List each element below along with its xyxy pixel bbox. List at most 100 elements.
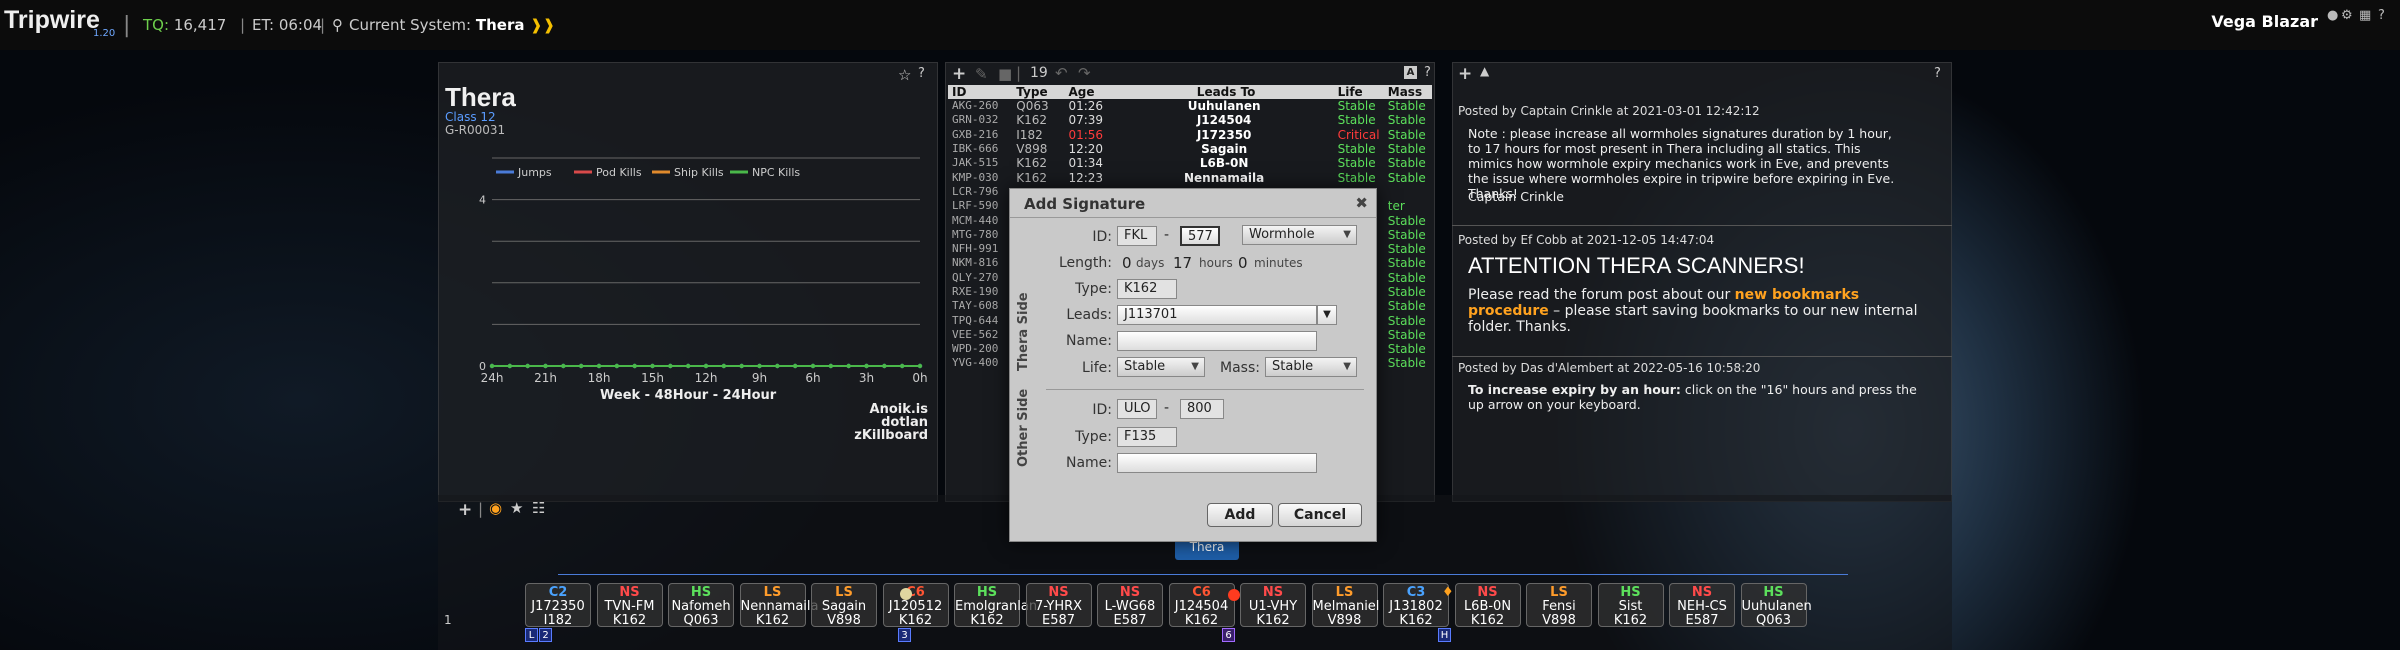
divider (1010, 217, 1376, 218)
add-button[interactable]: Add (1207, 503, 1273, 527)
cell-life: Stable (1337, 99, 1376, 114)
close-icon[interactable]: ✖ (1355, 194, 1368, 212)
node-name: L-WG68 (1104, 599, 1156, 614)
table-row[interactable]: JAK-515 K162 01:34 L6B-0N Stable Stable (948, 156, 1432, 170)
table-row[interactable]: AKG-260 Q063 01:26 Uuhulanen Stable Stable (948, 99, 1432, 113)
map-node[interactable]: LS Fensi V898 (1526, 583, 1592, 628)
node-name: L6B-0N (1463, 599, 1512, 614)
col-type[interactable]: Type (1012, 85, 1065, 99)
data-point (739, 363, 744, 369)
days-value[interactable]: 0 (1122, 254, 1132, 272)
search-icon[interactable]: ⚲ (332, 16, 343, 34)
map-node[interactable]: LS Nennamaila K162 (739, 583, 819, 628)
fast-forward-icon[interactable]: ❱❱ (530, 16, 555, 34)
map-node[interactable]: NS L-WG68 E587 (1097, 583, 1163, 628)
add-icon[interactable]: + (952, 64, 966, 84)
life-select[interactable]: Stable ▼ (1117, 357, 1205, 377)
cell-age: 12:23 (1068, 170, 1104, 185)
help-icon[interactable]: ? (1424, 65, 1431, 80)
map-node[interactable]: NS TVN-FM K162 (596, 583, 663, 628)
help-icon[interactable]: ? (1934, 66, 1941, 81)
map-node[interactable]: NS 7-YHRX E587 (1025, 583, 1092, 628)
current-system-label: Current System: (349, 16, 472, 34)
id-suffix-field[interactable]: 577 (1180, 226, 1220, 246)
thera-side-label: Thera Side (1016, 292, 1031, 371)
map-node[interactable]: HS Emolgranlan K162 (954, 583, 1037, 628)
table-row[interactable]: KMP-030 K162 12:23 Nennamaila Stable Stable (948, 170, 1432, 185)
map-node[interactable]: C2 J172350 I182 (525, 583, 591, 628)
map-node[interactable]: HS Nafomeh Q063 (668, 583, 734, 628)
chart-y-ticks: 04 (479, 194, 486, 373)
leads-field[interactable]: J113701 (1117, 305, 1317, 325)
minutes-value[interactable]: 0 (1238, 254, 1248, 272)
type-field[interactable]: K162 (1117, 279, 1177, 299)
mass-select[interactable]: Stable ▼ (1265, 357, 1357, 377)
col-life[interactable]: Life (1333, 85, 1384, 99)
map-add-icon[interactable]: + (458, 500, 472, 520)
add-note-icon[interactable]: + (1458, 64, 1472, 84)
id-label: ID: (1092, 229, 1112, 245)
edit-icon[interactable]: ✎ (975, 65, 988, 83)
map-node[interactable]: NS L6B-0N K162 (1454, 583, 1521, 628)
x-tick-label: 21h (534, 371, 557, 385)
map-node[interactable]: LS Sagain V898 (811, 583, 877, 628)
table-row[interactable]: GXB-216 I182 01:56 J172350 Critical Stable (948, 128, 1432, 142)
map-node[interactable]: LS Melmaniel V898 (1311, 583, 1379, 628)
cancel-button[interactable]: Cancel (1278, 503, 1362, 527)
map-node[interactable]: NS NEH-CS E587 (1669, 583, 1735, 628)
map-node[interactable]: NS U1-VHY K162 (1240, 583, 1306, 628)
other-type-field[interactable]: F135 (1117, 427, 1177, 447)
table-row[interactable]: GRN-032 K162 07:39 J124504 Stable Stable (948, 113, 1432, 127)
chart-grid (492, 157, 920, 325)
delete-icon[interactable]: ■ (998, 65, 1012, 83)
col-id[interactable]: ID (948, 85, 1013, 99)
zkillboard-link[interactable]: zKillboard (828, 428, 928, 443)
user-icon[interactable]: ● (2327, 8, 2341, 23)
map-node[interactable]: HS Sist K162 (1597, 583, 1664, 628)
map-node[interactable]: C3 J131802 K162 (1383, 583, 1449, 628)
collapse-icon[interactable]: ▲ (1480, 64, 1489, 78)
x-tick-label: 24h (481, 371, 504, 385)
other-name-field[interactable] (1117, 453, 1317, 473)
id-prefix-field[interactable]: FKL (1117, 226, 1157, 246)
col-mass[interactable]: Mass (1383, 85, 1432, 99)
chevron-down-icon[interactable]: ▼ (1317, 305, 1337, 325)
help-icon[interactable]: ? (2378, 8, 2392, 23)
app-logo[interactable]: Tripwire (4, 6, 100, 35)
x-tick-label: 3h (859, 371, 874, 385)
current-system-value[interactable]: Thera (476, 16, 525, 34)
data-point (596, 363, 602, 369)
col-age[interactable]: Age (1064, 85, 1115, 99)
node-name: Nafomeh (671, 599, 731, 614)
other-id-prefix-field[interactable]: ULO (1117, 399, 1157, 419)
cell-type: V898 (1016, 142, 1048, 157)
user-name[interactable]: Vega Blazar (2211, 12, 2318, 31)
table-row[interactable]: IBK-666 V898 12:20 Sagain Stable Stable (948, 142, 1432, 156)
help-icon[interactable]: ? (918, 66, 925, 81)
chart-period-selector[interactable]: Week - 48Hour - 24Hour (600, 388, 776, 403)
hierarchy-icon[interactable]: ☷ (532, 499, 545, 517)
undo-icon[interactable]: ↶ (1055, 64, 1068, 82)
eye-icon[interactable]: ◉ (489, 499, 502, 517)
col-leads[interactable]: Leads To (1114, 85, 1334, 99)
cell-age: 07:39 (1068, 113, 1104, 128)
signature-type-select[interactable]: Wormhole ▼ (1242, 225, 1357, 245)
map-node[interactable]: C6 J120512 K162 (882, 583, 949, 628)
auto-mode-icon[interactable]: A (1404, 66, 1417, 79)
tq-label: TQ: (143, 16, 170, 34)
map-node[interactable]: HS Uuhulanen Q063 (1740, 583, 1812, 628)
favorite-icon[interactable]: ★ (510, 499, 523, 517)
settings-icon[interactable]: ⚙ (2341, 8, 2355, 23)
other-id-suffix-field[interactable]: 800 (1180, 399, 1224, 419)
data-point (525, 363, 530, 369)
map-node[interactable]: C6 J124504 K162 (1168, 583, 1235, 628)
hours-value[interactable]: 17 (1173, 254, 1192, 272)
star-icon[interactable]: ☆ (898, 66, 911, 84)
name-field[interactable] (1117, 331, 1317, 351)
redo-icon[interactable]: ↷ (1078, 64, 1091, 82)
legend-label: NPC Kills (752, 166, 800, 179)
node-static: E587 (1041, 613, 1076, 628)
grid-icon[interactable]: ▦ (2359, 8, 2373, 23)
node-class: C6 (906, 585, 925, 600)
cell-id: VEE-562 (952, 327, 999, 341)
